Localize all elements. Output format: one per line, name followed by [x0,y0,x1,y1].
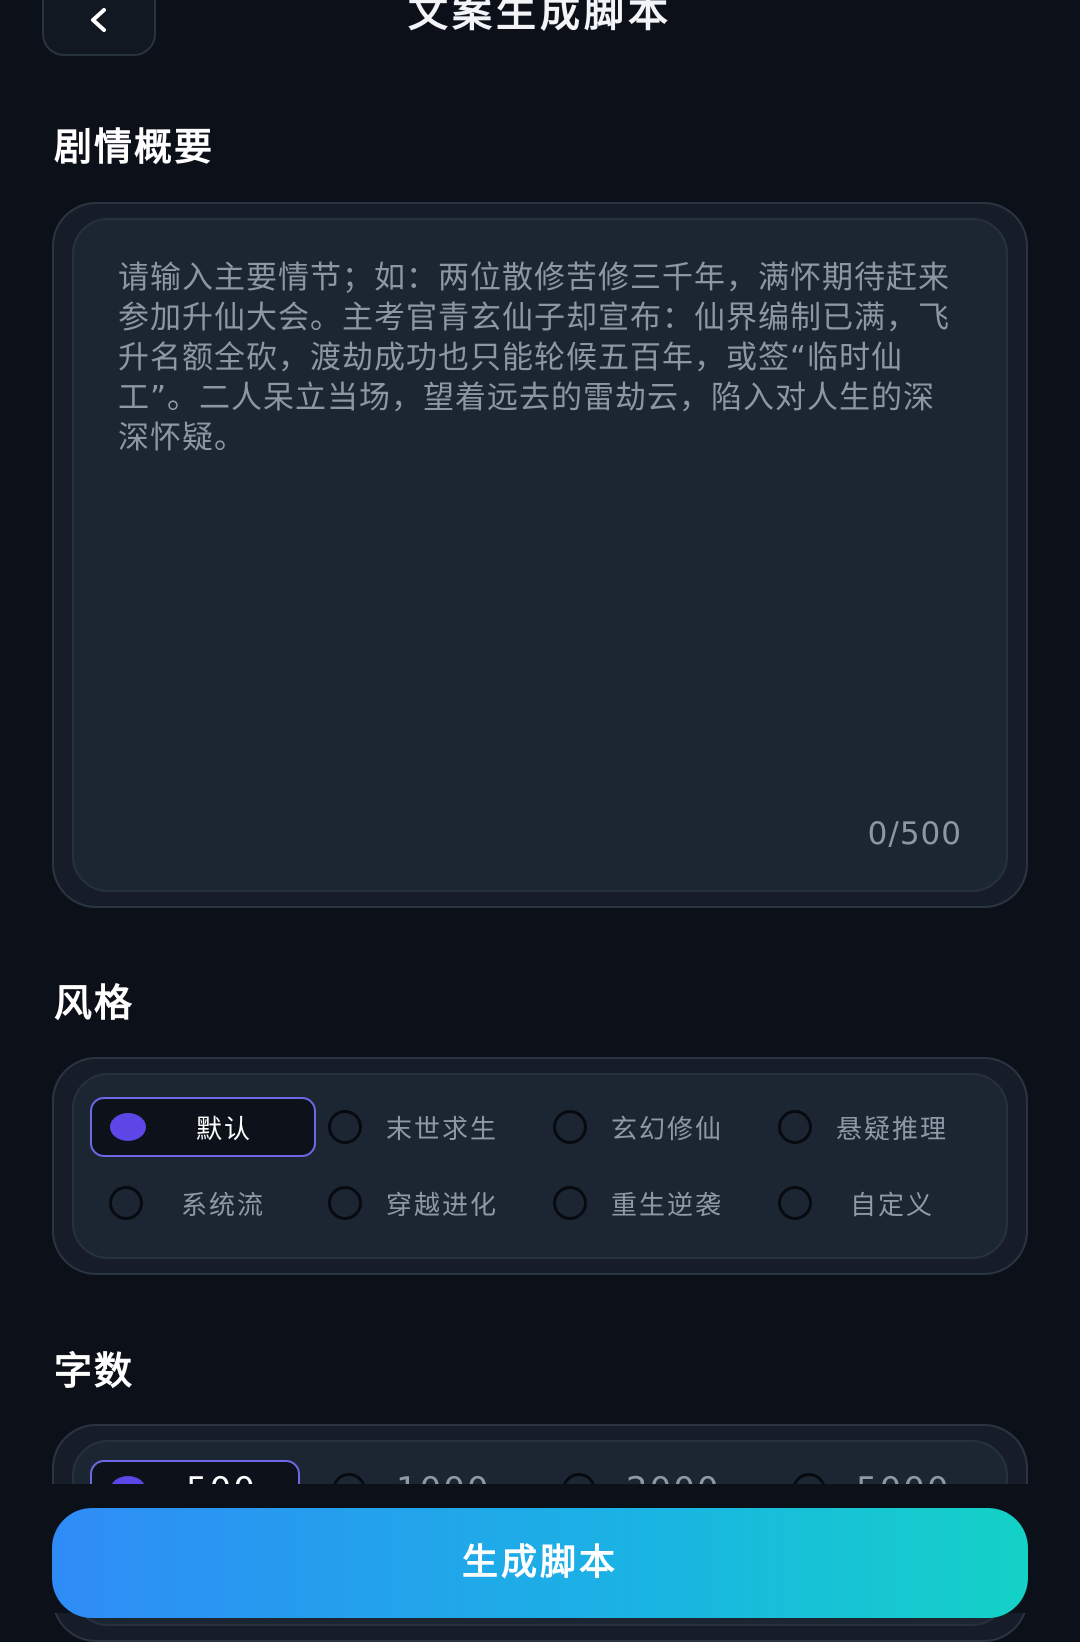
radio-icon [553,1186,587,1220]
style-option-label: 系统流 [181,1190,266,1221]
plot-input[interactable] [118,258,958,778]
radio-icon [109,1186,143,1220]
style-option-rebirth[interactable]: 重生逆袭 [553,1173,723,1233]
style-card: 默认 末世求生 玄幻修仙 悬疑推理 系统流 穿越进化 重生逆袭 自定义 [52,1057,1028,1275]
style-option-mystery[interactable]: 悬疑推理 [778,1097,948,1157]
word-count-section-label: 字数 [54,1349,135,1393]
style-option-label: 穿越进化 [386,1190,499,1221]
style-option-label: 末世求生 [386,1114,499,1145]
style-options-container: 默认 末世求生 玄幻修仙 悬疑推理 系统流 穿越进化 重生逆袭 自定义 [72,1073,1008,1259]
style-option-system[interactable]: 系统流 [109,1173,265,1233]
radio-icon [778,1110,812,1144]
style-option-label: 玄幻修仙 [611,1114,724,1145]
radio-icon [553,1110,587,1144]
style-option-label: 自定义 [850,1190,935,1221]
radio-icon [328,1110,362,1144]
style-section-label: 风格 [54,981,135,1025]
style-option-apocalypse[interactable]: 末世求生 [328,1097,498,1157]
radio-selected-icon [110,1113,146,1141]
generate-script-button[interactable]: 生成脚本 [52,1508,1028,1618]
style-option-default[interactable]: 默认 [90,1097,316,1157]
style-option-custom[interactable]: 自定义 [778,1173,934,1233]
plot-card: 0/500 [52,202,1028,908]
style-option-label: 重生逆袭 [611,1190,724,1221]
style-option-label: 悬疑推理 [836,1114,949,1145]
style-option-time-travel[interactable]: 穿越进化 [328,1173,498,1233]
radio-icon [778,1186,812,1220]
char-counter: 0/500 [867,816,962,852]
plot-input-container: 0/500 [72,218,1008,892]
style-option-label: 默认 [196,1114,253,1145]
style-option-xianxia[interactable]: 玄幻修仙 [553,1097,723,1157]
page-title: 文案生成脚本 [408,0,672,36]
radio-icon [328,1186,362,1220]
plot-section-label: 剧情概要 [54,125,215,169]
